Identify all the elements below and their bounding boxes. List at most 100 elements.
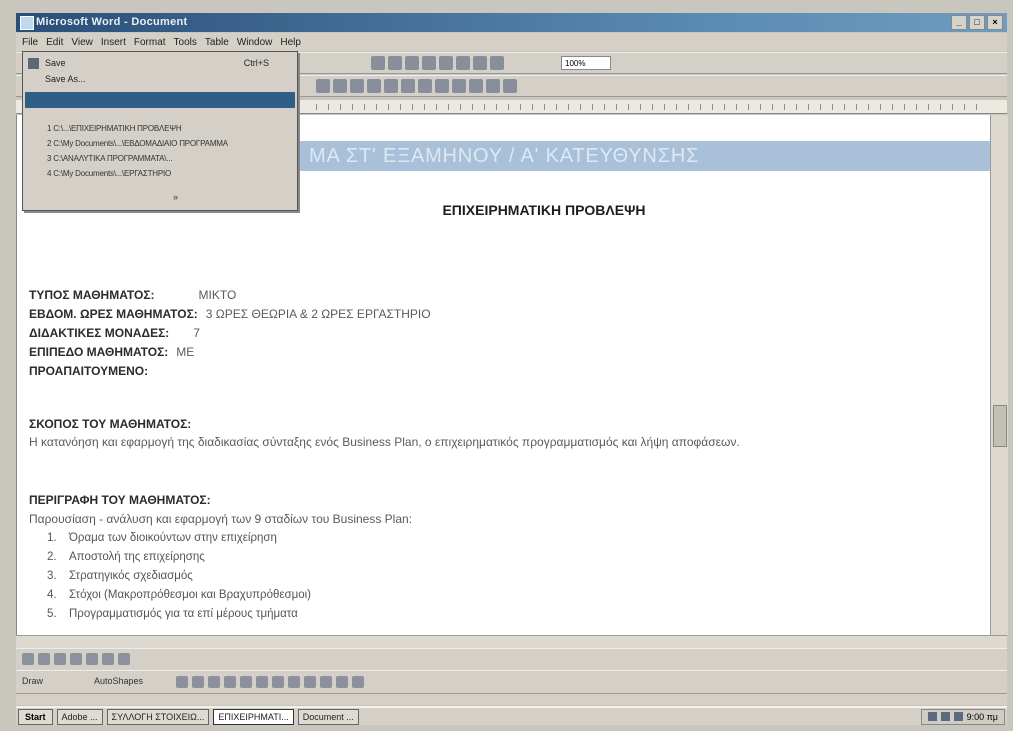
arrow-icon[interactable] [192, 676, 204, 688]
menu-view[interactable]: View [71, 37, 93, 48]
recent-file-1[interactable]: 1 C:\...\ΕΠΙΧΕΙΡΗΜΑΤΙΚΗ ΠΡΟΒΛΕΨΗ [23, 122, 297, 136]
font-color-draw-icon[interactable] [304, 676, 316, 688]
draw-menu[interactable]: Draw [22, 676, 43, 686]
menu-window[interactable]: Window [237, 37, 273, 48]
shadow-icon[interactable] [336, 676, 348, 688]
tray-icon[interactable] [940, 712, 950, 721]
close-button[interactable]: × [987, 15, 1003, 30]
stop-icon[interactable] [70, 653, 82, 665]
decrease-indent-icon[interactable] [435, 79, 449, 93]
increase-indent-icon[interactable] [452, 79, 466, 93]
file-menu-dropdown: Save Ctrl+S Save As... 1 C:\...\ΕΠΙΧΕΙΡΗ… [22, 51, 298, 211]
field-credit-units: ΔΙΔΑΚΤΙΚΕΣ ΜΟΝΑΔΕΣ: 7 [29, 326, 200, 340]
tables-borders-icon[interactable] [388, 56, 402, 70]
borders-icon[interactable] [469, 79, 483, 93]
list-item: 1. Όραμα των διοικούντων στην επιχείρηση [47, 532, 277, 544]
recent-file-2[interactable]: 2 C:\My Documents\...\ΕΒΔΟΜΑΔΙΑΙΟ ΠΡΟΓΡΑ… [23, 137, 297, 151]
refresh-icon[interactable] [86, 653, 98, 665]
line-style-icon[interactable] [320, 676, 332, 688]
menu-bar: File Edit View Insert Format Tools Table… [16, 33, 1007, 51]
taskbar-item-document[interactable]: Document ... [297, 708, 359, 725]
purpose-heading: ΣΚΟΠΟΣ ΤΟΥ ΜΑΘΗΜΑΤΟΣ: [29, 417, 192, 431]
forward-icon[interactable] [54, 653, 66, 665]
start-button[interactable]: Start [18, 708, 53, 725]
list-item: 5. Προγραμματισμός για τα επί μέρους τμήμ… [47, 608, 298, 620]
taskbar-item-adobe[interactable]: Adobe ... [56, 708, 103, 725]
maximize-button[interactable]: □ [969, 15, 985, 30]
recent-file-3[interactable]: 3 C:\ΑΝΑΛΥΤΙΚΑ ΠΡΟΓΡΑΜΜΑΤΑ\... [23, 152, 297, 166]
taskbar: Start Adobe ... ΣΥΛΛΟΓΗ ΣΤΟΙΧΕΙΩ... ΕΠΙΧ… [16, 706, 1007, 725]
taskbar-item-current-doc[interactable]: ΕΠΙΧΕΙΡΗΜΑΤΙ... [213, 708, 294, 725]
taskbar-item-syllogi[interactable]: ΣΥΛΛΟΓΗ ΣΤΟΙΧΕΙΩ... [106, 708, 210, 725]
document-map-icon[interactable] [473, 56, 487, 70]
status-bar [16, 693, 1007, 705]
menu-item-save-as[interactable]: Save As... [23, 72, 297, 87]
autoshapes-menu[interactable]: AutoShapes [94, 676, 143, 686]
system-tray: 9:00 πμ [920, 708, 1005, 725]
menu-file[interactable]: File [22, 37, 38, 48]
align-right-icon[interactable] [367, 79, 381, 93]
view-normal-icon[interactable] [22, 653, 34, 665]
line-color-icon[interactable] [288, 676, 300, 688]
menu-edit[interactable]: Edit [46, 37, 63, 48]
menu-insert[interactable]: Insert [101, 37, 126, 48]
align-left-icon[interactable] [333, 79, 347, 93]
insert-table-icon[interactable] [405, 56, 419, 70]
clock: 9:00 πμ [966, 711, 998, 722]
stages-list: 1. Όραμα των διοικούντων στην επιχείρηση … [47, 529, 311, 624]
menu-format[interactable]: Format [134, 37, 166, 48]
columns-icon[interactable] [439, 56, 453, 70]
menu-help[interactable]: Help [280, 37, 301, 48]
menu-tools[interactable]: Tools [174, 37, 197, 48]
favorites-icon[interactable] [118, 653, 130, 665]
description-intro: Παρουσίαση - ανάλυση και εφαρμογή των 9 … [29, 512, 413, 526]
menu-table[interactable]: Table [205, 37, 229, 48]
textbox-icon[interactable] [240, 676, 252, 688]
font-color-icon[interactable] [503, 79, 517, 93]
drawing-icon[interactable] [456, 56, 470, 70]
field-prerequisite: ΠΡΟΑΠΑΙΤΟΥΜΕΝΟ: [29, 364, 149, 378]
vertical-scrollbar[interactable] [990, 115, 1008, 635]
align-center-icon[interactable] [350, 79, 364, 93]
word-app-icon[interactable] [20, 16, 34, 30]
web-toolbar [16, 648, 1007, 670]
horizontal-scrollbar[interactable] [16, 635, 1007, 648]
list-item: 2. Αποστολή της επιχείρησης [47, 551, 205, 563]
purpose-text: Η κατανόηση και εφαρμογή της διαδικασίας… [29, 435, 740, 449]
home-icon[interactable] [102, 653, 114, 665]
minimize-button[interactable]: _ [951, 15, 967, 30]
back-icon[interactable] [38, 653, 50, 665]
line-icon[interactable] [176, 676, 188, 688]
oval-icon[interactable] [224, 676, 236, 688]
description-heading: ΠΕΡΙΓΡΑΦΗ ΤΟΥ ΜΑΘΗΜΑΤΟΣ: [29, 493, 211, 507]
justify-icon[interactable] [384, 79, 398, 93]
hyperlink-icon[interactable] [371, 56, 385, 70]
field-weekly-hours: ΕΒΔΟΜ. ΩΡΕΣ ΜΑΘΗΜΑΤΟΣ: 3 ΩΡΕΣ ΘΕΩΡΙΑ & 2 … [29, 307, 431, 321]
numbering-icon[interactable] [401, 79, 415, 93]
tray-icon[interactable] [927, 712, 937, 721]
expand-menu-icon[interactable]: » [173, 192, 178, 202]
scroll-thumb[interactable] [993, 405, 1007, 447]
zoom-select[interactable]: 100% [561, 56, 611, 70]
tray-icon[interactable] [953, 712, 963, 721]
fill-color-icon[interactable] [272, 676, 284, 688]
window-title: Microsoft Word - Document [36, 16, 188, 28]
header-banner: ΜΑ ΣΤ' ΕΞΑΜΗΝΟΥ / Α' ΚΑΤΕΥΘΥΝΣΗΣ [299, 141, 991, 171]
field-course-type: ΤΥΠΟΣ ΜΑΘΗΜΑΤΟΣ: ΜΙΚΤΟ [29, 288, 237, 302]
field-course-level: ΕΠΙΠΕΔΟ ΜΑΘΗΜΑΤΟΣ: ΜΕ [29, 345, 195, 359]
wordart-icon[interactable] [256, 676, 268, 688]
bullets-icon[interactable] [418, 79, 432, 93]
menu-item-highlighted[interactable] [25, 92, 295, 108]
recent-file-4[interactable]: 4 C:\My Documents\...\ΕΡΓΑΣΤΗΡΙΟ [23, 167, 297, 181]
save-icon [28, 58, 39, 69]
menu-item-save[interactable]: Save Ctrl+S [23, 56, 297, 71]
list-item: 4. Στόχοι (Μακροπρόθεσμοι και Βραχυπρόθεσ… [47, 589, 311, 601]
highlight-icon[interactable] [486, 79, 500, 93]
insert-excel-icon[interactable] [422, 56, 436, 70]
rectangle-icon[interactable] [208, 676, 220, 688]
3d-icon[interactable] [352, 676, 364, 688]
underline-icon[interactable] [316, 79, 330, 93]
window-title-bar: Microsoft Word - Document _ □ × [16, 13, 1007, 32]
show-hide-icon[interactable] [490, 56, 504, 70]
list-item: 3. Στρατηγικός σχεδιασμός [47, 570, 193, 582]
